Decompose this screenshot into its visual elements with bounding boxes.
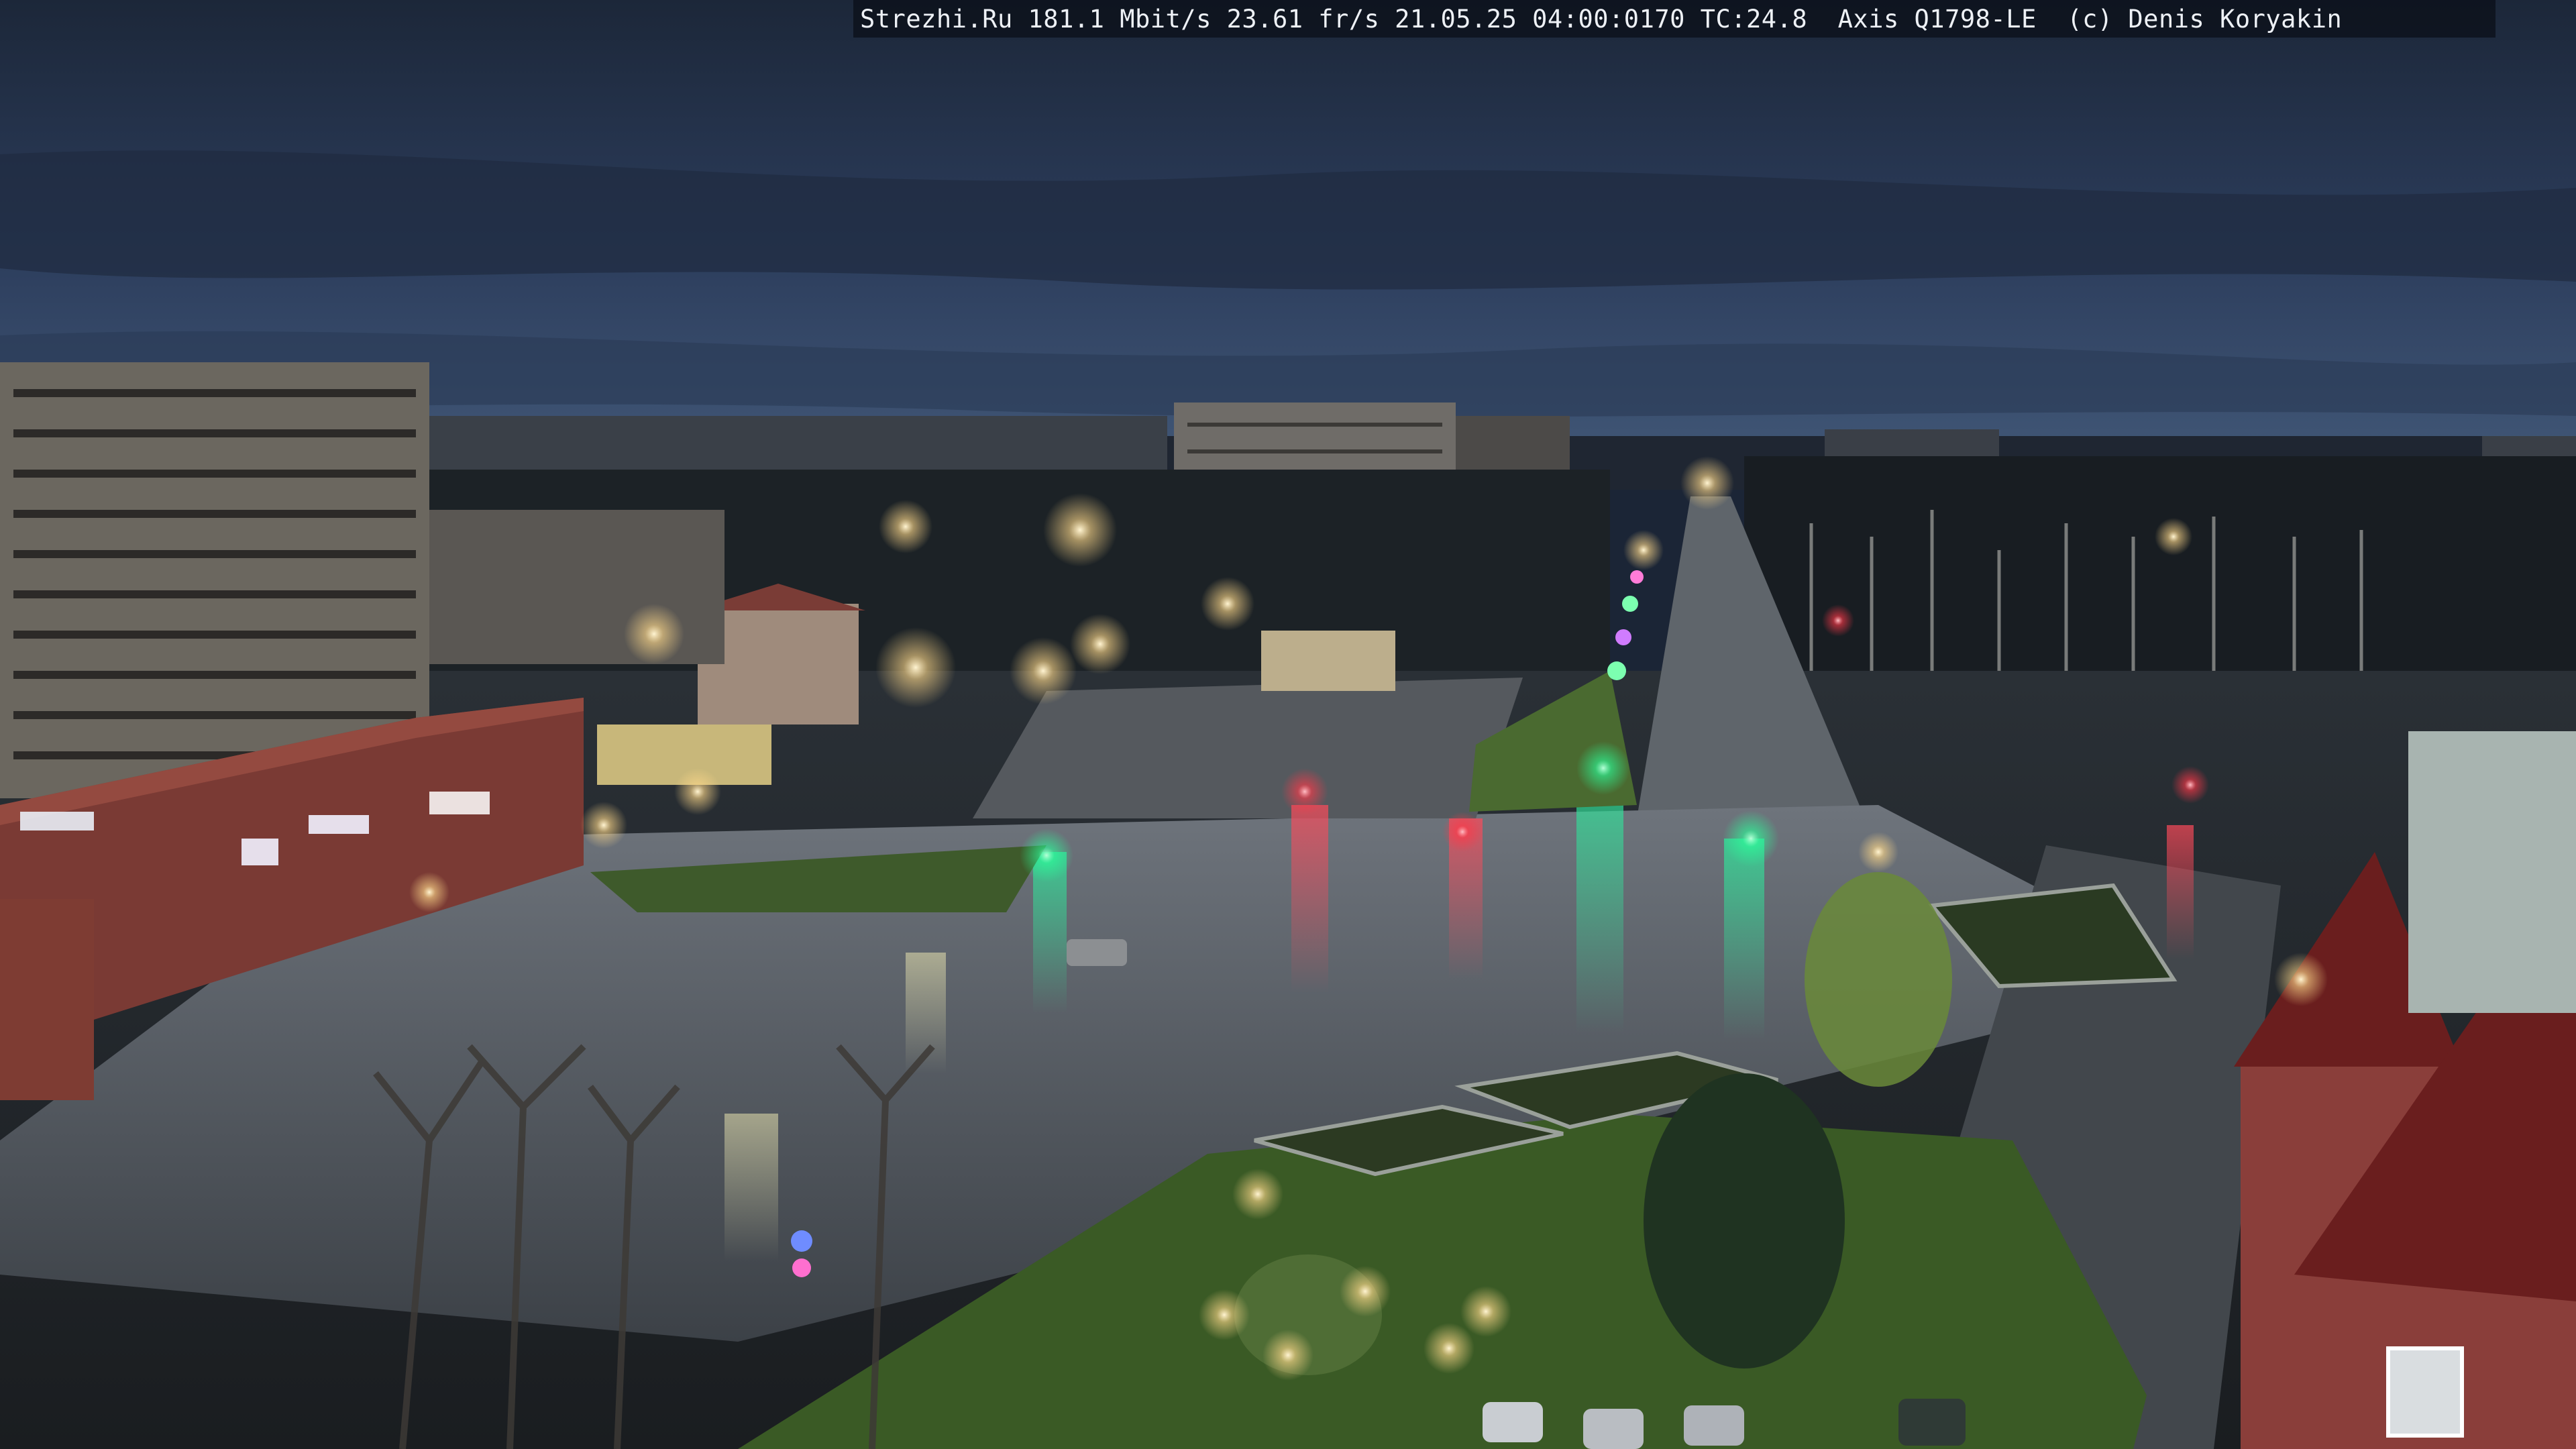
red-light-reflection xyxy=(1291,805,1328,993)
city-night-scene xyxy=(0,0,2576,1449)
brick-corner-pillar xyxy=(0,899,94,1100)
spruce-tree xyxy=(1644,1073,1845,1368)
shop-sign xyxy=(241,839,278,865)
window xyxy=(2386,1346,2464,1438)
birch-tree-green xyxy=(1805,872,1952,1087)
lamp-reflection xyxy=(724,1114,778,1261)
camera-overlay-bar: Strezhi.Ru 181.1 Mbit/s 23.61 fr/s 21.05… xyxy=(853,0,2496,38)
green-light-reflection xyxy=(1724,839,1764,1040)
right-white-building xyxy=(2408,731,2576,1013)
shop-sign xyxy=(429,792,490,814)
webcam-frame: Strezhi.Ru 181.1 Mbit/s 23.61 fr/s 21.05… xyxy=(0,0,2576,1449)
shop-sign xyxy=(309,815,369,834)
pavilion xyxy=(1261,631,1395,691)
green-light-reflection xyxy=(1576,778,1623,1033)
shop-sign xyxy=(20,812,94,830)
red-light-reflection xyxy=(2167,825,2194,959)
camera-overlay-text: Strezhi.Ru 181.1 Mbit/s 23.61 fr/s 21.05… xyxy=(860,4,2343,34)
